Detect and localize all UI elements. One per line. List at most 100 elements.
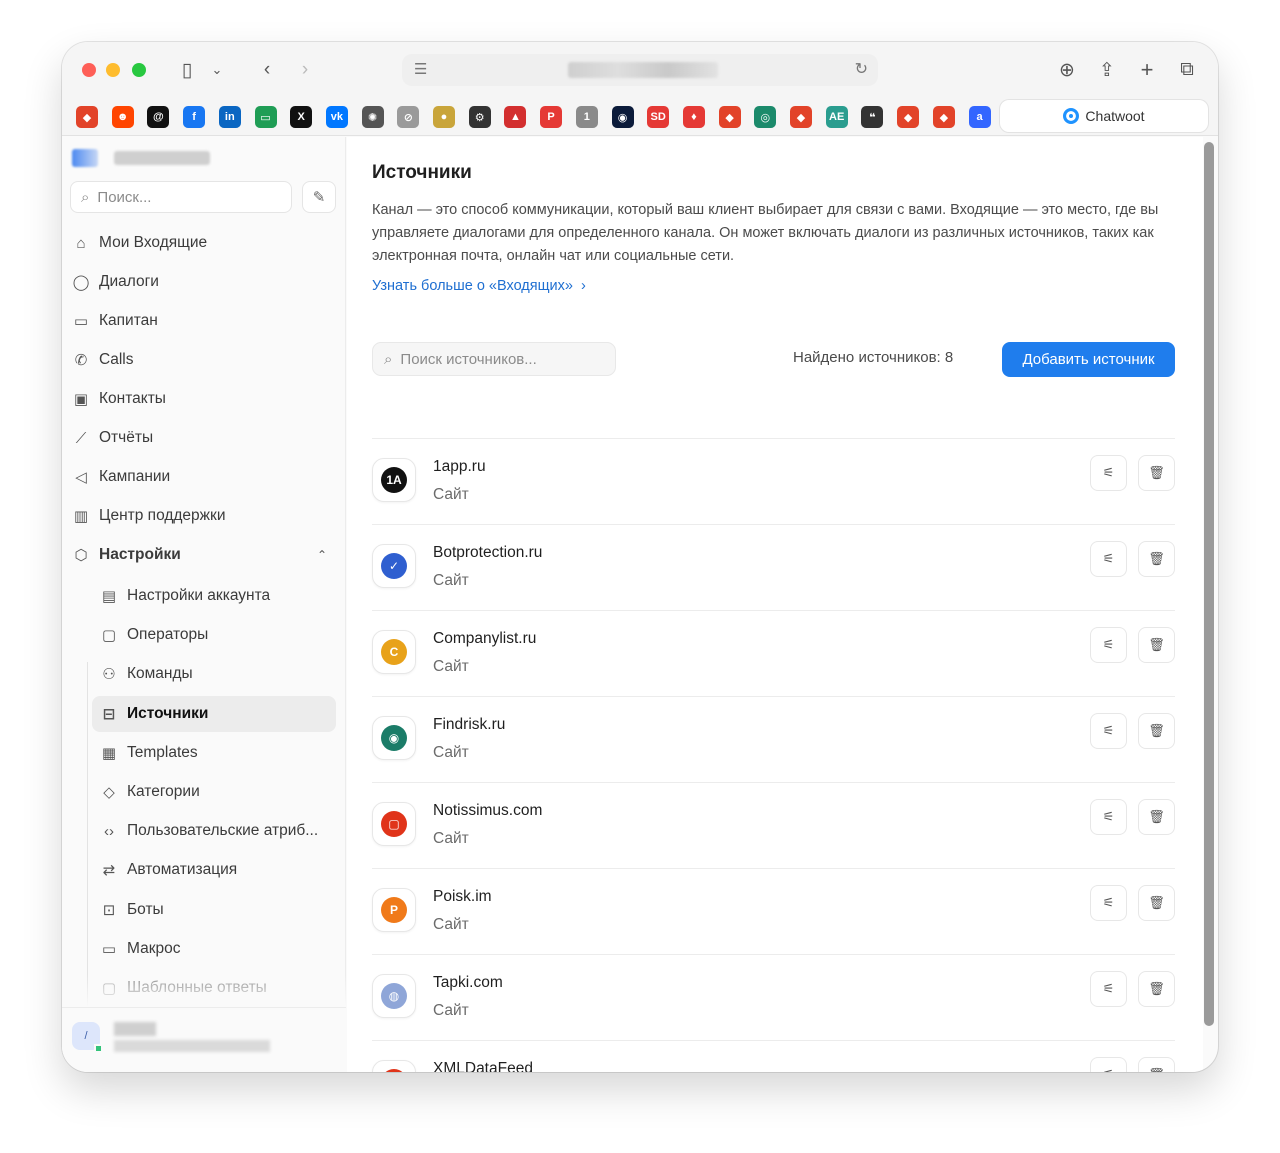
chevron-right-icon: › xyxy=(580,278,586,294)
p-red-icon[interactable]: P xyxy=(540,106,563,128)
fullscreen-window-button[interactable] xyxy=(132,63,146,77)
sidebar-item-6[interactable]: ◁ Кампании xyxy=(72,460,170,494)
inbox-search-input[interactable]: ⌕ Поиск источников... xyxy=(372,342,616,376)
microphone-icon[interactable]: ♦ xyxy=(682,106,705,128)
openai-icon[interactable]: ✺ xyxy=(361,106,384,128)
page-scrollbar[interactable] xyxy=(1204,142,1214,1026)
threads-icon[interactable]: @ xyxy=(147,106,170,128)
chevron-up-icon[interactable]: ⌃ xyxy=(317,548,327,562)
settings-item-2[interactable]: ⚇ Команды xyxy=(92,656,336,692)
quote-icon[interactable]: ❝ xyxy=(861,106,884,128)
compose-icon[interactable]: ✎ xyxy=(302,181,336,213)
close-window-button[interactable] xyxy=(82,63,96,77)
learn-more-link[interactable]: Узнать больше о «Входящих» › xyxy=(372,278,586,294)
inbox-logo: X xyxy=(372,1060,416,1072)
inbox-settings-icon[interactable]: ⚟ xyxy=(1090,799,1127,835)
reload-icon[interactable]: ↻ xyxy=(855,59,868,79)
settings-item-7[interactable]: ⇄ Автоматизация xyxy=(92,852,336,888)
tab-chatwoot[interactable]: Chatwoot xyxy=(1000,100,1208,132)
gitlab-icon-2[interactable]: ◆ xyxy=(718,106,741,128)
inbox-settings-icon[interactable]: ⚟ xyxy=(1090,971,1127,1007)
delete-icon[interactable]: 🗑 xyxy=(1138,455,1175,491)
add-inbox-button[interactable]: Добавить источник xyxy=(1002,342,1175,377)
delete-icon[interactable]: 🗑 xyxy=(1138,541,1175,577)
reader-mode-icon[interactable]: ☰ xyxy=(414,60,427,78)
inbox-settings-icon[interactable]: ⚟ xyxy=(1090,455,1127,491)
settings-item-3[interactable]: ⊟ Источники xyxy=(92,695,336,732)
account-switcher[interactable] xyxy=(72,149,222,167)
gitlab-icon[interactable]: ◆ xyxy=(76,106,98,128)
inbox-logo: P xyxy=(372,888,416,932)
delete-icon[interactable]: 🗑 xyxy=(1138,885,1175,921)
inbox-settings-icon[interactable]: ⚟ xyxy=(1090,1057,1127,1072)
red-badge-icon[interactable]: ▲ xyxy=(504,106,527,128)
account-name-redacted xyxy=(114,151,210,165)
ae-icon[interactable]: AE xyxy=(825,106,848,128)
reddit-icon[interactable]: ☻ xyxy=(111,106,134,128)
inbox-logo-icon: ▢ xyxy=(381,811,407,837)
eye-green-icon[interactable]: ◎ xyxy=(754,106,777,128)
settings-item-0[interactable]: ▤ Настройки аккаунта xyxy=(92,578,336,614)
user-name-redacted xyxy=(114,1022,156,1036)
inbox-settings-icon[interactable]: ⚟ xyxy=(1090,713,1127,749)
settings-item-4[interactable]: ▦ Templates xyxy=(92,735,336,771)
inbox-name: Tapki.com xyxy=(433,974,503,991)
sidebar-item-4[interactable]: ▣ Контакты xyxy=(72,382,166,416)
sidebar-search-input[interactable]: ⌕ Поиск... xyxy=(70,181,292,213)
chevron-down-icon[interactable]: ⌄ xyxy=(202,56,232,84)
inbox-logo: ✓ xyxy=(372,544,416,588)
megaphone-icon: ◁ xyxy=(75,469,87,486)
sidebar-item-3[interactable]: ✆ Calls xyxy=(72,343,134,377)
gitlab-icon-3[interactable]: ◆ xyxy=(790,106,812,128)
linkedin-icon[interactable]: in xyxy=(218,106,241,128)
settings-item-8[interactable]: ⊡ Боты xyxy=(92,892,336,928)
downloads-icon[interactable]: ⊕ xyxy=(1052,56,1082,84)
sidebar-item-0[interactable]: ⌂ Мои Входящие xyxy=(72,226,207,260)
delete-icon[interactable]: 🗑 xyxy=(1138,627,1175,663)
sidebar-item-label: Контакты xyxy=(99,390,166,407)
users-icon: ⚇ xyxy=(102,666,116,684)
panda-icon[interactable]: ● xyxy=(433,106,455,128)
settings-item-5[interactable]: ◇ Категории xyxy=(92,774,336,810)
forward-icon[interactable]: › xyxy=(290,56,320,84)
sidebar-item-2[interactable]: ▭ Капитан xyxy=(72,304,158,338)
gitlab-icon-4[interactable]: ◆ xyxy=(897,106,920,128)
address-bar[interactable]: ☰ ↻ xyxy=(402,54,878,86)
settings-item-label: Операторы xyxy=(127,626,209,644)
back-icon[interactable]: ‹ xyxy=(252,56,282,84)
chart-line-icon: ⟋ xyxy=(75,429,87,447)
sidebar-item-1[interactable]: ◯ Диалоги xyxy=(72,265,159,299)
inbox-type: Сайт xyxy=(433,830,469,847)
sidebar-item-5[interactable]: ⟋ Отчёты xyxy=(72,421,153,455)
vk-icon[interactable]: vk xyxy=(325,106,348,128)
share-icon[interactable]: ⇪ xyxy=(1092,56,1122,84)
gitlab-icon-5[interactable]: ◆ xyxy=(932,106,955,128)
dark-circle-icon[interactable]: ◉ xyxy=(611,106,634,128)
delete-icon[interactable]: 🗑 xyxy=(1138,1057,1175,1072)
sidebar-item-8[interactable]: ⬡ Настройки xyxy=(72,538,180,572)
delete-icon[interactable]: 🗑 xyxy=(1138,713,1175,749)
sidebar-toggle-icon[interactable]: ▯ xyxy=(172,56,202,84)
bookmark-green-icon[interactable]: ▭ xyxy=(254,106,277,128)
delete-icon[interactable]: 🗑 xyxy=(1138,971,1175,1007)
settings-item-6[interactable]: ‹› Пользовательские атриб... xyxy=(92,813,336,849)
settings-item-1[interactable]: ▢ Операторы xyxy=(92,617,336,653)
avatar[interactable]: / xyxy=(72,1022,103,1053)
user-profile-area[interactable]: / xyxy=(62,1007,346,1072)
sd-icon[interactable]: SD xyxy=(647,106,670,128)
delete-icon[interactable]: 🗑 xyxy=(1138,799,1175,835)
compass-icon[interactable]: ⊘ xyxy=(397,106,420,128)
one-icon[interactable]: 1 xyxy=(575,106,598,128)
inbox-settings-icon[interactable]: ⚟ xyxy=(1090,541,1127,577)
facebook-icon[interactable]: f xyxy=(183,106,206,128)
minimize-window-button[interactable] xyxy=(106,63,120,77)
inbox-settings-icon[interactable]: ⚟ xyxy=(1090,627,1127,663)
a-blue-icon[interactable]: a xyxy=(968,106,991,128)
inbox-settings-icon[interactable]: ⚟ xyxy=(1090,885,1127,921)
sidebar-item-7[interactable]: ▥ Центр поддержки xyxy=(72,499,226,533)
settings-item-9[interactable]: ▭ Макрос xyxy=(92,931,336,967)
tab-overview-icon[interactable]: ⧉ xyxy=(1172,56,1202,84)
new-tab-icon[interactable]: + xyxy=(1132,56,1162,84)
x-icon[interactable]: X xyxy=(290,106,313,128)
gear-badge-icon[interactable]: ⚙ xyxy=(468,106,491,128)
